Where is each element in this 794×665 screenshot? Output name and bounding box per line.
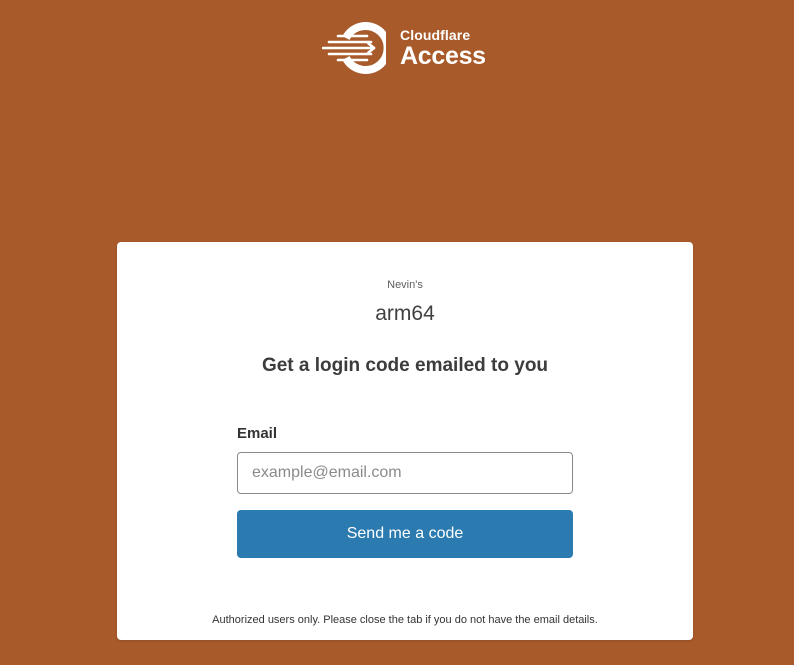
email-label: Email [237, 425, 278, 442]
send-code-button[interactable]: Send me a code [237, 510, 573, 558]
cloudflare-access-logo-icon [322, 22, 386, 74]
login-card: Nevin's arm64 Get a login code emailed t… [117, 242, 693, 640]
organization-name: Nevin's [387, 279, 423, 291]
login-heading: Get a login code emailed to you [261, 355, 549, 376]
application-name: arm64 [375, 302, 435, 325]
logo-wordmark: Cloudflare Access [400, 28, 486, 69]
logo-company-name: Cloudflare [400, 26, 471, 43]
logo-product-name: Access [400, 41, 486, 70]
authorized-users-notice: Authorized users only. Please close the … [212, 614, 598, 626]
cloudflare-access-logo: Cloudflare Access [322, 22, 486, 74]
email-field[interactable] [237, 452, 573, 494]
